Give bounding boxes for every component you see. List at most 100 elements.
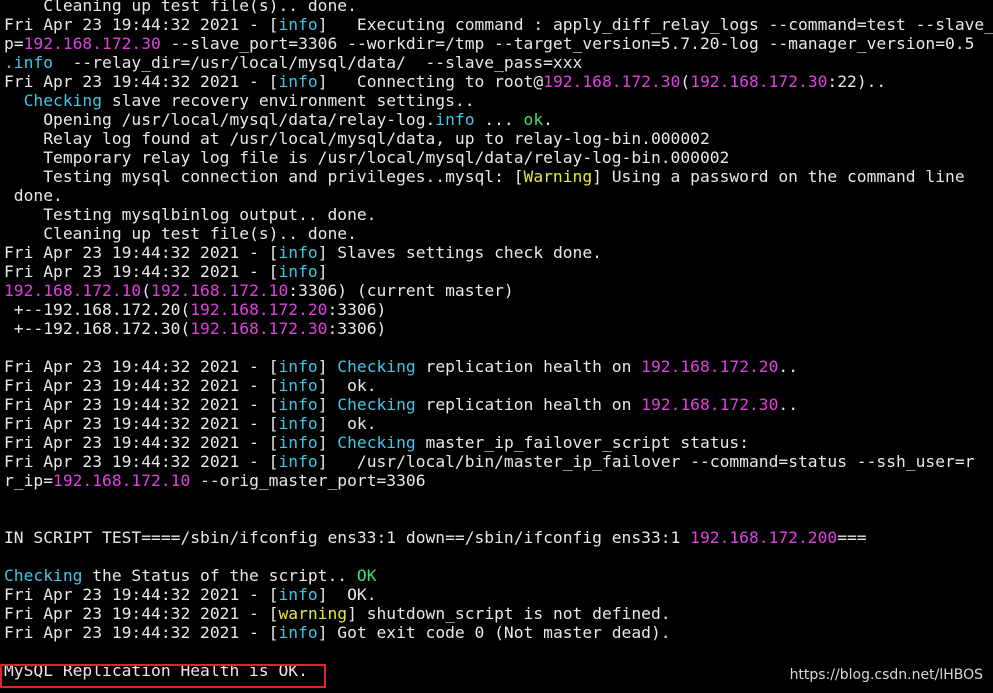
terminal-line: Checking slave recovery environment sett… bbox=[4, 91, 993, 110]
terminal-text: info bbox=[278, 243, 318, 262]
terminal-line: Fri Apr 23 19:44:32 2021 - [info] Checki… bbox=[4, 433, 993, 452]
terminal-line: Fri Apr 23 19:44:32 2021 - [info] Connec… bbox=[4, 72, 993, 91]
terminal-text: ] bbox=[317, 395, 338, 414]
terminal-text: ... bbox=[474, 110, 524, 129]
terminal-text: 192.168.172.30 bbox=[190, 319, 328, 338]
highlight-box bbox=[0, 664, 326, 688]
terminal-text: Fri Apr 23 19:44:32 2021 - [ bbox=[4, 585, 279, 604]
terminal-line: Opening /usr/local/mysql/data/relay-log.… bbox=[4, 110, 993, 129]
terminal-text: warning bbox=[278, 604, 348, 623]
terminal-line: Relay log found at /usr/local/mysql/data… bbox=[4, 129, 993, 148]
terminal-window[interactable]: Cleaning up test file(s).. done. Fri Apr … bbox=[0, 0, 993, 693]
terminal-line: Fri Apr 23 19:44:32 2021 - [warning] shu… bbox=[4, 604, 993, 623]
terminal-text: master_ip_failover_script status: bbox=[415, 433, 749, 452]
terminal-text: .. bbox=[778, 395, 799, 414]
terminal-text: replication health on bbox=[415, 395, 642, 414]
terminal-text: info bbox=[278, 376, 318, 395]
terminal-text: ] Using a password on the command line bbox=[592, 167, 965, 186]
terminal-text: +--192.168.172.30( bbox=[4, 319, 191, 338]
terminal-line: Fri Apr 23 19:44:32 2021 - [info] Execut… bbox=[4, 15, 993, 34]
terminal-text: ] Connecting to root@ bbox=[317, 72, 544, 91]
terminal-line: Fri Apr 23 19:44:32 2021 - [info] OK. bbox=[4, 585, 993, 604]
terminal-text: 192.168.172.30 bbox=[543, 72, 681, 91]
terminal-line: Fri Apr 23 19:44:32 2021 - [info] Got ex… bbox=[4, 623, 993, 642]
terminal-text: Checking bbox=[4, 566, 83, 585]
terminal-text: ] bbox=[317, 433, 338, 452]
terminal-text: slave recovery environment settings.. bbox=[102, 91, 475, 110]
terminal-text: Checking bbox=[337, 395, 416, 414]
terminal-text: 192.168.172.30 bbox=[641, 395, 779, 414]
terminal-text: info bbox=[278, 414, 318, 433]
terminal-text: Cleaning up test file(s).. done. bbox=[4, 224, 357, 243]
terminal-text: Cleaning up test file(s).. done. bbox=[4, 0, 357, 15]
terminal-text: Checking bbox=[337, 433, 416, 452]
terminal-line: Cleaning up test file(s).. done. bbox=[4, 0, 993, 15]
terminal-text: ] bbox=[317, 262, 328, 281]
terminal-text: Fri Apr 23 19:44:32 2021 - [ bbox=[4, 604, 279, 623]
terminal-text: 192.168.172.10 bbox=[151, 281, 289, 300]
terminal-text: Testing mysqlbinlog output.. done. bbox=[4, 205, 377, 224]
terminal-text: Checking bbox=[337, 357, 416, 376]
terminal-text: ] shutdown_script is not defined. bbox=[347, 604, 671, 623]
terminal-text: info bbox=[278, 15, 318, 34]
terminal-text: 192.168.172.30 bbox=[23, 34, 161, 53]
terminal-text: :3306) (current master) bbox=[288, 281, 514, 300]
terminal-text: info bbox=[278, 72, 318, 91]
terminal-line: Fri Apr 23 19:44:32 2021 - [info] ok. bbox=[4, 414, 993, 433]
terminal-line: Fri Apr 23 19:44:32 2021 - [info] bbox=[4, 262, 993, 281]
terminal-text: info bbox=[278, 623, 318, 642]
terminal-text: p= bbox=[4, 34, 24, 53]
terminal-text: Checking bbox=[23, 91, 103, 110]
terminal-output: Cleaning up test file(s).. done. Fri Apr … bbox=[4, 0, 993, 680]
terminal-text: ( bbox=[141, 281, 152, 300]
terminal-line: .info --relay_dir=/usr/local/mysql/data/… bbox=[4, 53, 993, 72]
terminal-line: Fri Apr 23 19:44:32 2021 - [info] /usr/l… bbox=[4, 452, 993, 471]
terminal-text: 192.168.172.10 bbox=[53, 471, 191, 490]
terminal-text: +--192.168.172.20( bbox=[4, 300, 191, 319]
terminal-text: Fri Apr 23 19:44:32 2021 - [ bbox=[4, 357, 279, 376]
terminal-text: Testing mysql connection and privileges.… bbox=[4, 167, 524, 186]
terminal-text: the Status of the script.. bbox=[82, 566, 357, 585]
terminal-line: Testing mysql connection and privileges.… bbox=[4, 167, 993, 186]
terminal-text: 192.168.172.200 bbox=[690, 528, 838, 547]
terminal-text: replication health on bbox=[415, 357, 642, 376]
terminal-text: OK bbox=[356, 566, 377, 585]
terminal-text: info bbox=[278, 262, 318, 281]
terminal-text: ] Slaves settings check done. bbox=[317, 243, 602, 262]
terminal-line: +--192.168.172.30(192.168.172.30:3306) bbox=[4, 319, 993, 338]
terminal-text: --relay_dir=/usr/local/mysql/data/ --sla… bbox=[53, 53, 583, 72]
terminal-text: Warning bbox=[523, 167, 593, 186]
terminal-text: info bbox=[278, 433, 318, 452]
terminal-line: r_ip=192.168.172.10 --orig_master_port=3… bbox=[4, 471, 993, 490]
terminal-text: info bbox=[278, 585, 318, 604]
terminal-text: Fri Apr 23 19:44:32 2021 - [ bbox=[4, 243, 279, 262]
terminal-line: Fri Apr 23 19:44:32 2021 - [info] Checki… bbox=[4, 395, 993, 414]
terminal-line: Testing mysqlbinlog output.. done. bbox=[4, 205, 993, 224]
terminal-text: info bbox=[278, 452, 318, 471]
terminal-text: r_ip= bbox=[4, 471, 54, 490]
terminal-line: IN SCRIPT TEST====/sbin/ifconfig ens33:1… bbox=[4, 528, 993, 547]
terminal-line: 192.168.172.10(192.168.172.10:3306) (cur… bbox=[4, 281, 993, 300]
terminal-line: +--192.168.172.20(192.168.172.20:3306) bbox=[4, 300, 993, 319]
terminal-line: done. bbox=[4, 186, 993, 205]
terminal-text: --orig_master_port=3306 bbox=[190, 471, 426, 490]
terminal-text: ] Got exit code 0 (Not master dead). bbox=[317, 623, 671, 642]
terminal-line: Cleaning up test file(s).. done. bbox=[4, 224, 993, 243]
terminal-line: Fri Apr 23 19:44:32 2021 - [info] ok. bbox=[4, 376, 993, 395]
terminal-text: 192.168.172.20 bbox=[641, 357, 779, 376]
terminal-text: :3306) bbox=[327, 300, 387, 319]
watermark: https://blog.csdn.net/lHBOS bbox=[789, 667, 983, 683]
terminal-line: Checking the Status of the script.. OK bbox=[4, 566, 993, 585]
terminal-text: ] ok. bbox=[317, 414, 377, 433]
terminal-text: Temporary relay log file is /usr/local/m… bbox=[4, 148, 730, 167]
terminal-text: Fri Apr 23 19:44:32 2021 - [ bbox=[4, 623, 279, 642]
terminal-text: done. bbox=[4, 186, 63, 205]
terminal-text: .info bbox=[4, 53, 54, 72]
terminal-text: info bbox=[435, 110, 475, 129]
